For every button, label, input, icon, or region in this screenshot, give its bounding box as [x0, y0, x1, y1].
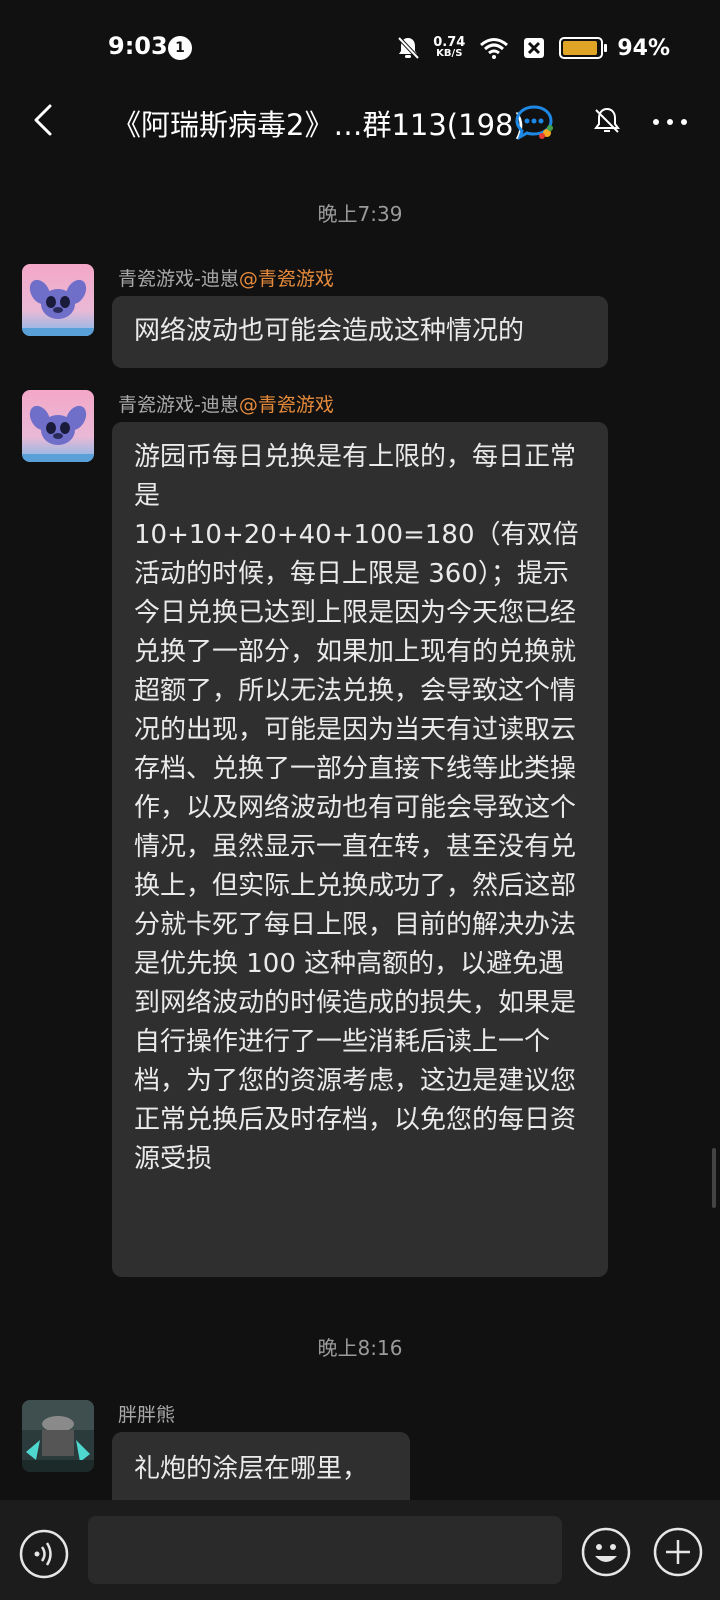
net-speed-unit: KB/S: [436, 48, 463, 59]
sender-name: 胖胖熊: [118, 1400, 175, 1427]
net-speed-value: 0.74: [433, 35, 466, 50]
group-chat-icon[interactable]: [514, 104, 554, 140]
sender-name: 青瓷游戏-迪崽@青瓷游戏: [118, 264, 334, 291]
battery-icon: [559, 37, 608, 59]
avatar[interactable]: [22, 1400, 94, 1472]
status-bar: 9:03 1 0.74 KB/S 94%: [0, 0, 720, 96]
stitch-avatar-icon: [22, 390, 94, 462]
sender-role-tag[interactable]: @青瓷游戏: [239, 394, 334, 416]
sender-role-tag[interactable]: @青瓷游戏: [239, 268, 334, 290]
status-time: 9:03: [108, 32, 168, 60]
message-input[interactable]: [88, 1516, 562, 1584]
message-text: 网络波动也可能会造成这种情况的: [134, 316, 525, 346]
avatar[interactable]: [22, 390, 94, 462]
battery-percent: 94%: [617, 35, 670, 61]
voice-icon[interactable]: [18, 1528, 70, 1580]
chat-title: 《阿瑞斯病毒2》…群113(198): [112, 108, 525, 142]
bell-off-status-icon: [397, 36, 420, 60]
chevron-left-icon[interactable]: [24, 100, 64, 140]
message-text: 游园币每日兑换是有上限的，每日正常是 10+10+20+40+100=180（有…: [134, 442, 579, 1174]
scrollbar[interactable]: [712, 1148, 716, 1208]
sender-label: 青瓷游戏-迪崽: [118, 394, 239, 416]
sim-off-icon: [524, 38, 545, 58]
bear-avatar-icon: [22, 1400, 94, 1472]
battery-fill: [563, 41, 597, 55]
avatar[interactable]: [22, 264, 94, 336]
sender-label: 青瓷游戏-迪崽: [118, 268, 239, 290]
input-bar: [0, 1500, 720, 1600]
plus-icon[interactable]: [652, 1526, 704, 1578]
message-text: 礼炮的涂层在哪里，: [134, 1454, 369, 1484]
stitch-avatar-icon: [22, 264, 94, 336]
sender-label: 胖胖熊: [118, 1404, 176, 1426]
message-bubble[interactable]: 游园币每日兑换是有上限的，每日正常是 10+10+20+40+100=180（有…: [112, 422, 608, 1277]
bell-off-icon[interactable]: [592, 106, 622, 136]
timestamp: 晚上7:39: [317, 202, 403, 226]
notification-badge: 1: [168, 36, 192, 60]
more-horizontal-icon[interactable]: [650, 112, 690, 132]
timestamp: 晚上8:16: [317, 1336, 403, 1360]
emoji-icon[interactable]: [580, 1526, 632, 1578]
status-icons: 0.74 KB/S 94%: [397, 30, 670, 66]
sender-name: 青瓷游戏-迪崽@青瓷游戏: [118, 390, 334, 417]
message-bubble[interactable]: 网络波动也可能会造成这种情况的: [112, 296, 608, 368]
wifi-icon: [480, 38, 509, 59]
net-speed: 0.74 KB/S: [433, 35, 466, 59]
